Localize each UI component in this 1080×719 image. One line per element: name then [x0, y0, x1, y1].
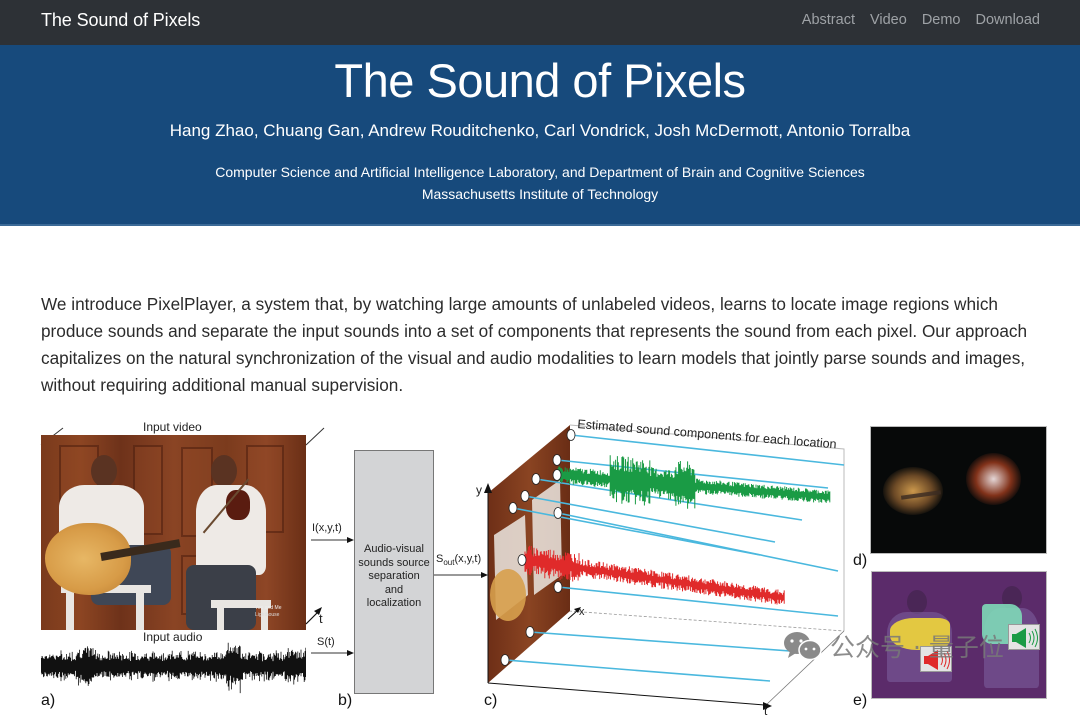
location-dot	[552, 469, 562, 481]
plane-person-right	[532, 480, 562, 595]
abstract-text: We introduce PixelPlayer, a system that,…	[41, 294, 1028, 395]
component-line	[529, 631, 805, 653]
nav-links: Abstract Video Demo Download	[802, 12, 1040, 28]
t-axis-label: t	[764, 704, 768, 718]
panel-e-label: e)	[853, 692, 868, 709]
panel-c-label: c)	[484, 692, 498, 709]
violinist-head	[211, 455, 237, 487]
block-text-line: sounds source	[358, 556, 430, 569]
violin	[226, 490, 250, 520]
location-dot	[517, 554, 527, 566]
green-sound-component	[557, 455, 831, 509]
panel-a-label: a)	[41, 692, 56, 709]
separation-block-text: Audio-visual sounds source separation an…	[355, 543, 433, 611]
waveform-trace	[41, 642, 306, 694]
block-text-line: and	[384, 583, 404, 596]
video-caption-2: Lighthouse	[255, 612, 280, 618]
plane-guitar	[490, 569, 526, 621]
top-navbar: The Sound of Pixels Abstract Video Demo …	[0, 0, 1080, 45]
guitarist-silhouette	[907, 590, 927, 614]
panel-b-label: b)	[338, 692, 353, 709]
nav-link-demo[interactable]: Demo	[922, 12, 961, 28]
input-video-frame: You and Me Lighthouse	[41, 435, 306, 630]
chair-leg	[217, 600, 224, 630]
image-signal-label: I(x,y,t)	[312, 522, 342, 534]
violin-highlight	[966, 453, 1021, 505]
location-dot	[552, 454, 562, 466]
block-text-line: localization	[366, 597, 422, 609]
location-dot	[525, 626, 535, 638]
guitarist-head	[91, 455, 117, 487]
video-caption: You and Me	[255, 605, 282, 611]
location-dot	[553, 507, 563, 519]
separation-block: Audio-visual sounds source separation an…	[354, 450, 434, 694]
page-title: The Sound of Pixels	[334, 54, 746, 107]
input-audio-waveform	[41, 642, 306, 694]
y-axis-arrowhead	[484, 483, 492, 493]
hero-banner: The Sound of Pixels Hang Zhao, Chuang Ga…	[0, 45, 1080, 226]
affiliation: Computer Science and Artificial Intellig…	[0, 161, 1080, 205]
nav-link-video[interactable]: Video	[870, 12, 907, 28]
guitar	[45, 523, 131, 595]
block-text-line: separation	[368, 570, 420, 582]
affiliation-line-1: Computer Science and Artificial Intellig…	[215, 164, 865, 180]
authors: Hang Zhao, Chuang Gan, Andrew Rouditchen…	[169, 121, 911, 140]
wechat-icon	[784, 632, 822, 661]
y-axis-label: y	[476, 483, 482, 497]
location-dot	[553, 581, 563, 593]
brand-link[interactable]: The Sound of Pixels	[41, 10, 200, 31]
watermark: 公众号 · 量子位	[782, 628, 1004, 664]
nav-link-download[interactable]: Download	[976, 12, 1041, 28]
location-dot	[566, 429, 576, 441]
audio-signal-label: S(t)	[317, 636, 335, 648]
location-dot	[508, 502, 518, 514]
nav-link-abstract[interactable]: Abstract	[802, 12, 855, 28]
chair-leg	[136, 585, 144, 630]
plot-back-edge	[569, 424, 845, 631]
component-line	[504, 659, 771, 682]
teaser-figure: Input video You and Me Lighthouse t Inpu…	[0, 405, 1080, 719]
panel-d-label: d)	[853, 552, 868, 569]
affiliation-line-2: Massachusetts Institute of Technology	[421, 186, 659, 202]
x-axis-label: x	[579, 606, 585, 618]
output-signal-sub: out	[443, 558, 455, 568]
location-dot	[500, 654, 510, 666]
sound-components-plot	[484, 424, 845, 710]
component-line	[557, 586, 839, 617]
location-dot	[520, 490, 530, 502]
watermark-text: 公众号 · 量子位	[830, 633, 1004, 662]
green-speaker-icon	[1008, 624, 1040, 650]
block-text-line: Audio-visual	[364, 543, 424, 555]
t-axis-line	[487, 682, 765, 706]
location-dot	[531, 473, 541, 485]
localization-heatmap-panel	[870, 426, 1047, 554]
